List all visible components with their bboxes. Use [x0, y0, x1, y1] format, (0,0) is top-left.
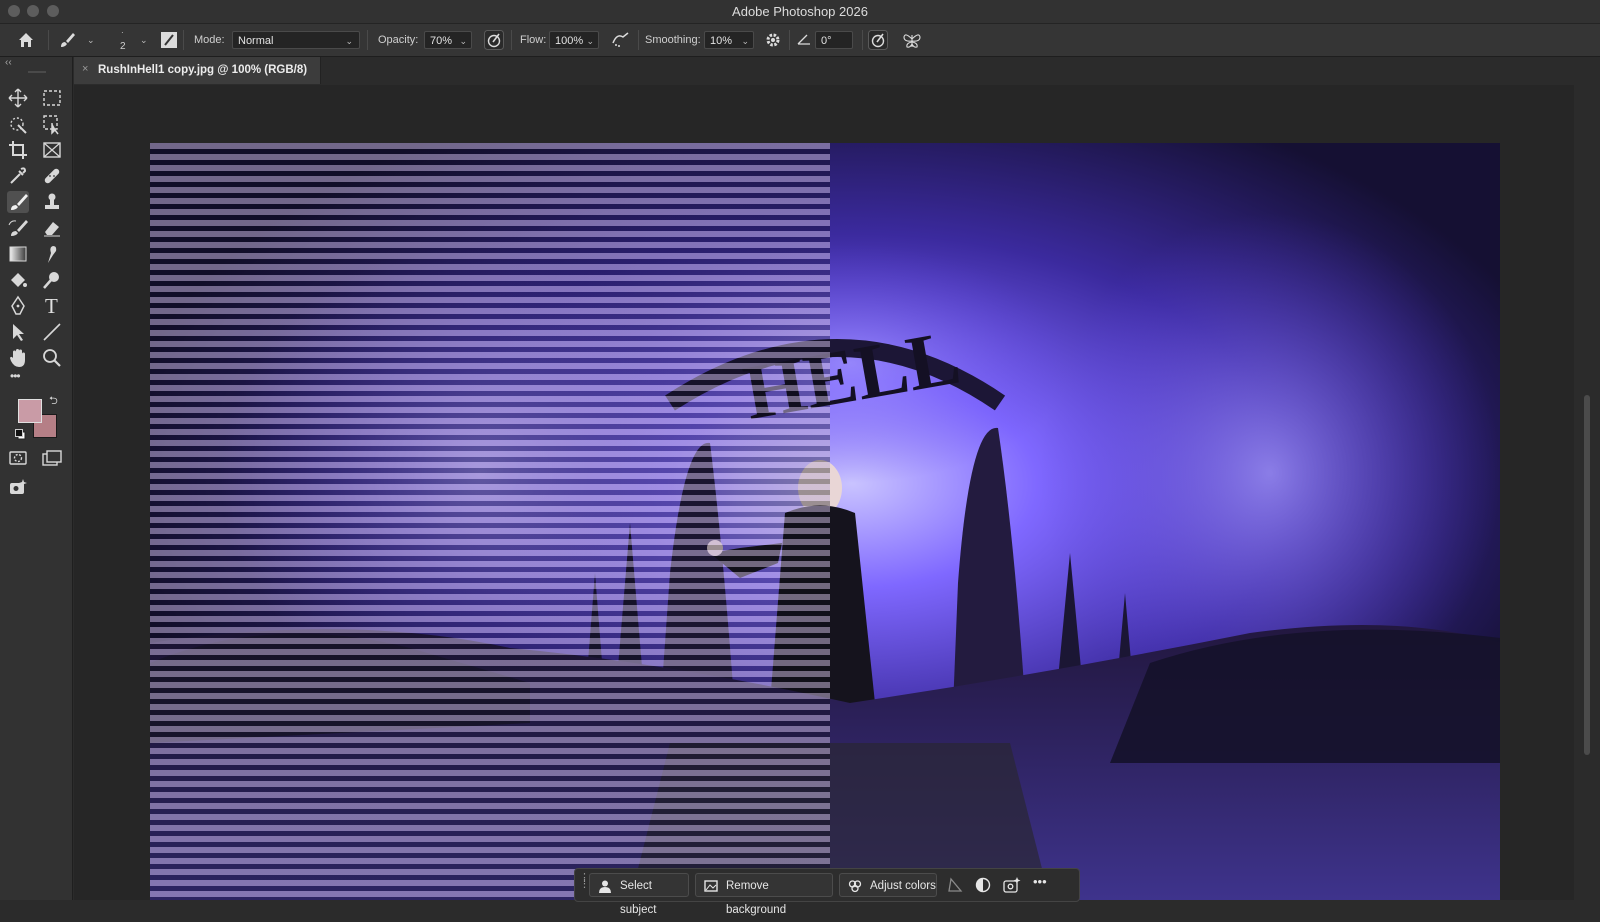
more-tools-icon[interactable]: ••• [7, 369, 29, 387]
brush-preset-chevron-icon[interactable]: ⌄ [87, 35, 95, 46]
opacity-field[interactable]: 70% ⌄ [424, 31, 472, 49]
document-image[interactable]: HELL [150, 143, 1500, 900]
quick-mask-icon[interactable] [7, 447, 29, 469]
move-icon[interactable] [7, 87, 29, 109]
adjustment-layer-icon[interactable] [975, 877, 991, 898]
pressure-size-icon[interactable] [868, 30, 888, 55]
document-tab-bar: × RushInHell1 copy.jpg @ 100% (RGB/8) [74, 57, 1600, 85]
document-tab-label: RushInHell1 copy.jpg @ 100% (RGB/8) [98, 64, 308, 76]
flow-chevron-icon[interactable]: ⌄ [586, 32, 594, 50]
tools-panel: ‹‹ T ••• ⮌ [0, 57, 73, 900]
brush-settings-panel-icon[interactable] [160, 31, 178, 54]
healing-brush-icon[interactable] [41, 165, 63, 187]
collapse-panel-icon[interactable]: ‹‹ [5, 57, 12, 68]
type-tool-glyph: T [45, 294, 58, 318]
foreground-color-swatch[interactable] [18, 399, 42, 423]
hand-icon[interactable] [7, 347, 29, 369]
brush-size-value[interactable]: 2 [120, 41, 126, 52]
smoothing-settings-gear-icon[interactable] [764, 31, 782, 54]
brush-preset-icon[interactable] [58, 31, 76, 54]
generative-fill-icon[interactable] [7, 477, 29, 499]
eyedropper-icon[interactable] [7, 165, 29, 187]
crop-icon[interactable] [7, 139, 29, 161]
object-selection-icon[interactable] [41, 113, 63, 135]
marquee-icon[interactable] [41, 87, 63, 109]
clone-stamp-icon[interactable] [41, 191, 63, 213]
selection-mask-icon[interactable] [947, 877, 963, 898]
brush-dot-icon: · [121, 28, 124, 37]
contextual-task-bar: ⋮ ⋮ Select subject Remove background Adju… [574, 868, 1080, 916]
mode-chevron-icon: ⌄ [345, 36, 353, 46]
smudge-icon[interactable] [41, 243, 63, 265]
brush-angle-field[interactable]: 0° [815, 31, 853, 49]
flow-field[interactable]: 100% ⌄ [549, 31, 599, 49]
adjust-colors-icon [848, 880, 862, 893]
more-options-icon[interactable]: ••• [1033, 874, 1047, 889]
swap-colors-icon[interactable]: ⮌ [49, 392, 58, 411]
panel-grip[interactable] [28, 71, 46, 73]
paint-bucket-icon[interactable] [7, 269, 29, 291]
smoothing-chevron-icon[interactable]: ⌄ [741, 32, 749, 50]
gradient-icon[interactable] [7, 243, 29, 265]
mode-label: Mode: [194, 34, 225, 46]
vertical-scrollbar[interactable] [1580, 85, 1600, 900]
pen-icon[interactable] [7, 295, 29, 317]
frame-icon[interactable] [41, 139, 63, 161]
opacity-label: Opacity: [378, 34, 419, 46]
close-tab-icon[interactable]: × [82, 63, 88, 75]
title-bar: Adobe Photoshop 2026 [0, 0, 1600, 24]
remove-background-icon [704, 880, 718, 892]
zoom-icon[interactable] [41, 347, 63, 369]
smoothing-label: Smoothing: [645, 34, 701, 46]
default-colors-icon[interactable] [15, 427, 26, 445]
flow-label: Flow: [520, 34, 547, 46]
quick-selection-icon[interactable] [7, 113, 29, 135]
select-subject-icon [599, 880, 611, 893]
type-icon[interactable]: T [41, 294, 63, 318]
opacity-chevron-icon[interactable]: ⌄ [459, 32, 467, 50]
remove-background-button[interactable]: Remove background [695, 873, 833, 916]
pressure-opacity-icon[interactable] [484, 30, 504, 55]
smoothing-field[interactable]: 10% ⌄ [704, 31, 754, 49]
history-brush-icon[interactable] [7, 217, 29, 239]
stripe-pattern-overlay [150, 143, 830, 900]
more-tools-glyph: ••• [10, 369, 21, 383]
home-icon[interactable] [17, 31, 35, 54]
brush-icon[interactable] [7, 191, 29, 213]
dodge-icon[interactable] [41, 269, 63, 291]
symmetry-butterfly-icon[interactable] [902, 31, 922, 54]
options-bar: ⌄ · 2 ⌄ Mode: Normal ⌄ Opacity: 70% ⌄ Fl… [0, 24, 1600, 57]
airbrush-icon[interactable] [611, 31, 631, 54]
mode-select[interactable]: Normal ⌄ [232, 31, 360, 49]
angle-icon [797, 32, 811, 51]
scrollbar-thumb[interactable] [1584, 395, 1590, 755]
brush-settings-chevron-icon[interactable]: ⌄ [140, 35, 148, 46]
line-icon[interactable] [41, 321, 63, 343]
generative-fill-taskbar-icon[interactable] [1003, 877, 1021, 898]
document-tab[interactable]: × RushInHell1 copy.jpg @ 100% (RGB/8) [74, 57, 321, 84]
adjust-colors-button[interactable]: Adjust colors [839, 873, 937, 897]
select-subject-button[interactable]: Select subject [589, 873, 689, 916]
path-selection-icon[interactable] [7, 321, 29, 343]
eraser-icon[interactable] [41, 217, 63, 239]
window-title: Adobe Photoshop 2026 [732, 4, 868, 19]
screen-mode-icon[interactable] [41, 447, 63, 469]
